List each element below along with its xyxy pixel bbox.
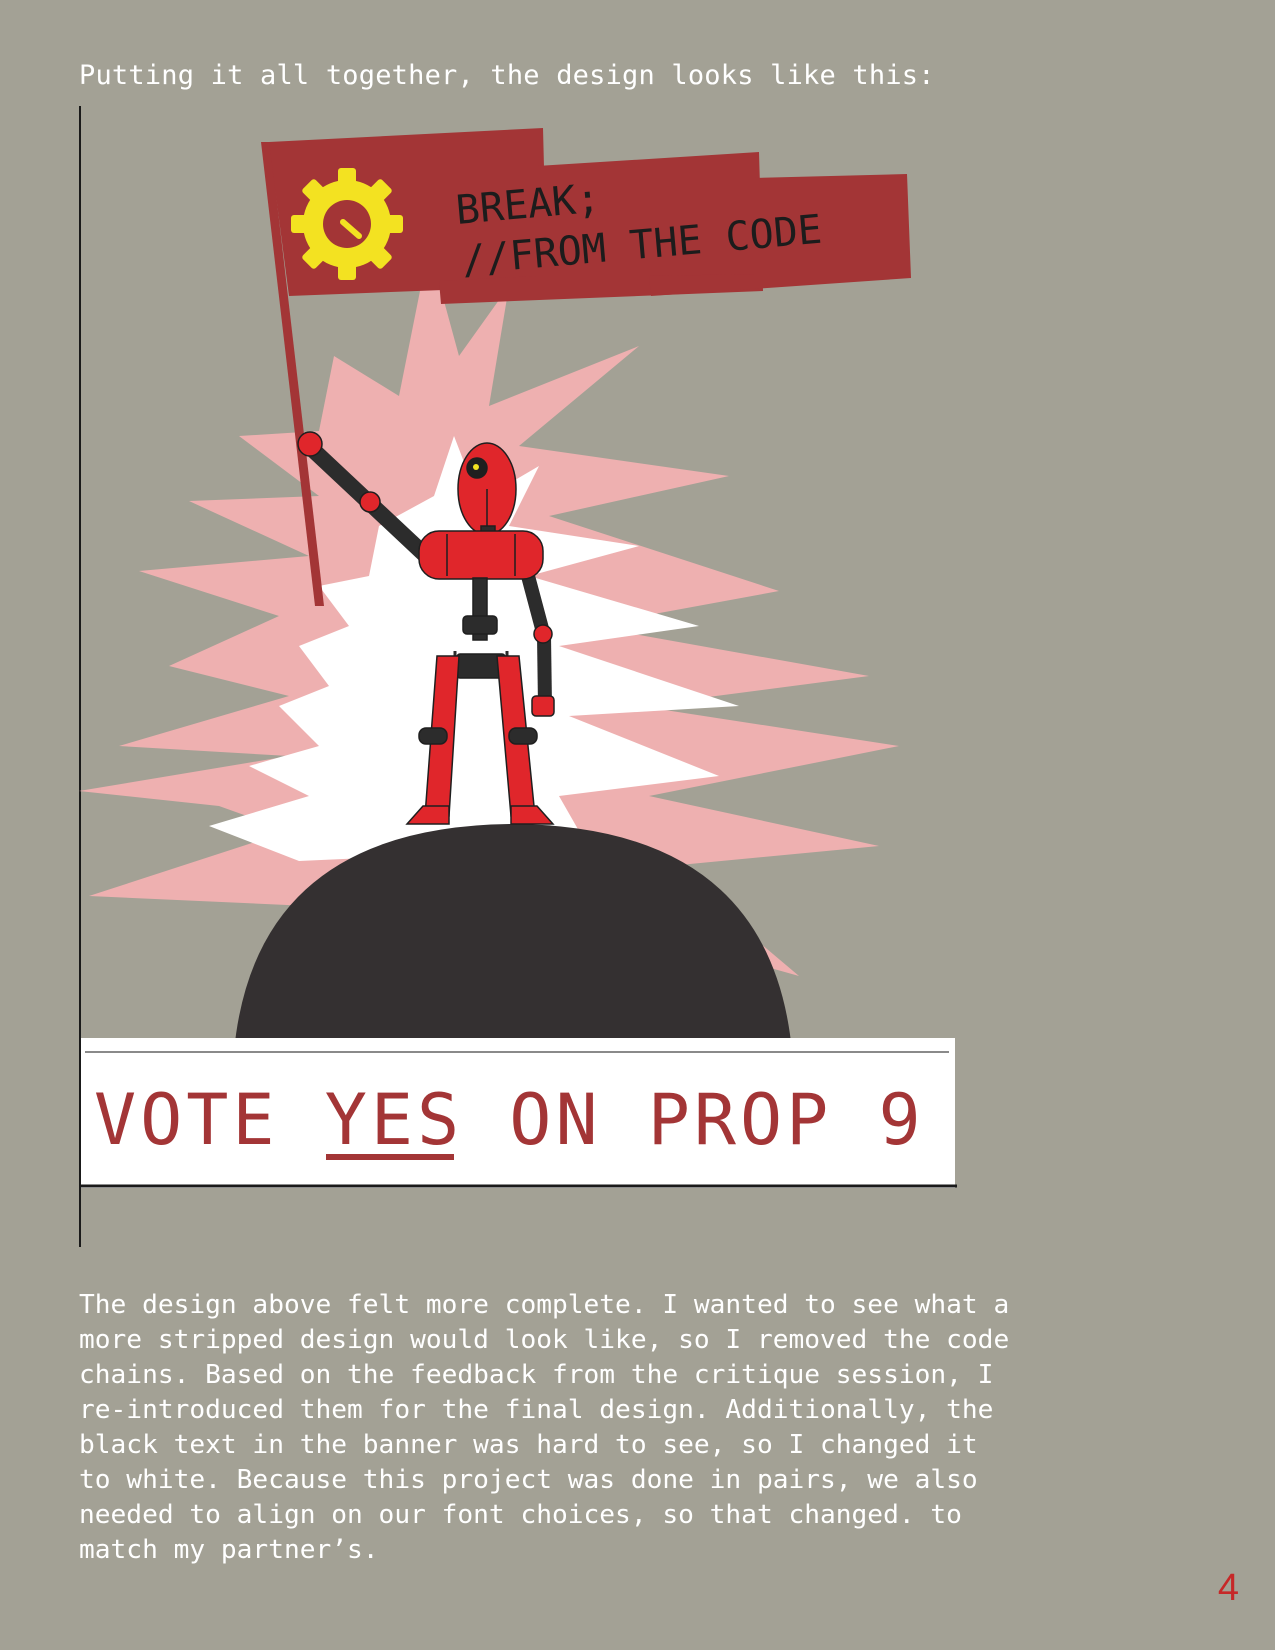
poster-image: BREAK; //FROM THE CODE VOTE YES ON PROP … (79, 106, 957, 1247)
intro-text: Putting it all together, the design look… (79, 60, 935, 91)
body-paragraph: The design above felt more complete. I w… (79, 1290, 1010, 1565)
gear-logo (291, 168, 403, 280)
vote-text-yes: YES (325, 1079, 463, 1161)
vote-text: VOTE YES ON PROP 9 (94, 1079, 925, 1161)
vote-text-prefix: VOTE (94, 1079, 325, 1161)
page-number: 4 (1217, 1567, 1239, 1609)
yes-underline (326, 1154, 454, 1160)
vote-text-suffix: ON PROP 9 (463, 1079, 924, 1161)
